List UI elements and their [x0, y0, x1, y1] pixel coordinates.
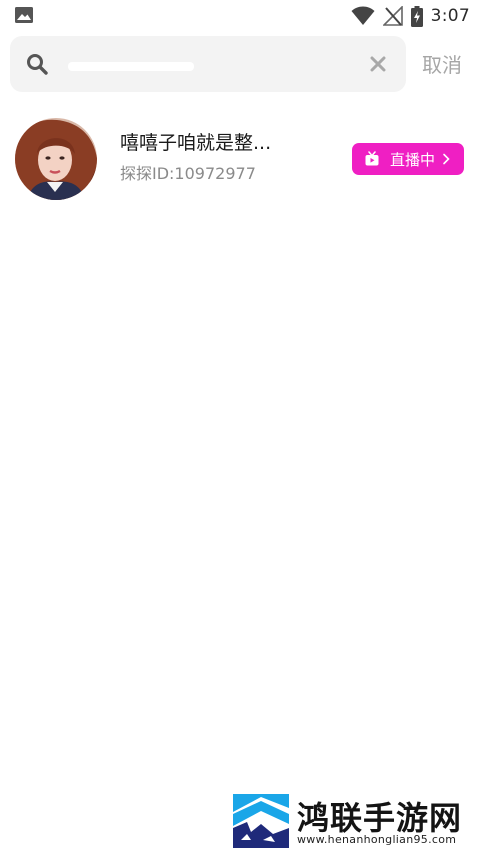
status-icons: 3:07	[351, 5, 470, 27]
list-item[interactable]: 嘻嘻子咱就是整... 探探ID:10972977 直播中	[0, 113, 480, 208]
tv-icon	[365, 151, 379, 166]
user-id: 探探ID:10972977	[120, 164, 256, 183]
avatar[interactable]	[15, 118, 97, 200]
watermark-logo	[233, 794, 289, 848]
status-time: 3:07	[430, 6, 470, 26]
close-icon[interactable]	[368, 54, 388, 74]
search-box[interactable]	[10, 36, 406, 92]
status-bar: 3:07	[0, 0, 480, 32]
battery-charging-icon	[410, 5, 423, 27]
live-button[interactable]: 直播中	[352, 143, 464, 175]
watermark: 鸿联手游网 www.henanhonglian95.com	[233, 793, 480, 853]
user-name: 嘻嘻子咱就是整...	[120, 132, 272, 154]
live-label: 直播中	[390, 150, 436, 169]
search-icon	[27, 54, 48, 75]
no-signal-icon	[382, 6, 403, 26]
watermark-url: www.henanhonglian95.com	[297, 833, 457, 846]
search-bar: 取消	[10, 36, 480, 92]
gallery-notification-icon	[15, 7, 33, 23]
wifi-icon	[351, 6, 375, 25]
cancel-button[interactable]: 取消	[422, 49, 462, 79]
search-query-redacted	[68, 62, 194, 71]
chevron-right-icon	[443, 153, 450, 165]
